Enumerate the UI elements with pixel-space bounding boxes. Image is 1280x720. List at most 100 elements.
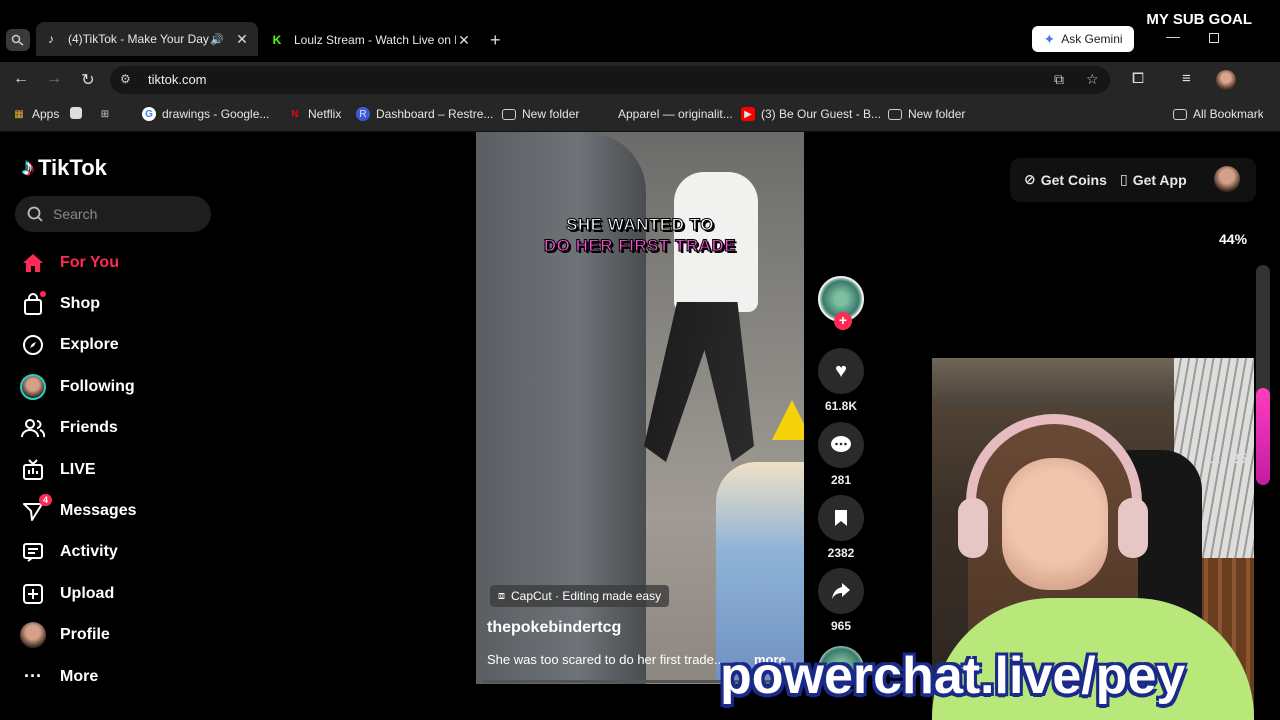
tab-search-icon[interactable] — [6, 29, 30, 51]
bookmark-label: All Bookmarks — [1193, 107, 1263, 121]
sidebar-item-label: Explore — [60, 336, 119, 354]
compass-icon — [20, 332, 46, 358]
follow-plus-icon[interactable]: + — [834, 312, 852, 330]
sidebar-item-friends[interactable]: Friends — [20, 408, 220, 449]
bookmark-youtube[interactable]: ▶ (3) Be Our Guest - B... — [741, 107, 881, 121]
back-icon[interactable]: ← — [11, 70, 31, 88]
tab-tiktok[interactable]: ♪ (4)TikTok - Make Your Day 🔊 ✕ — [36, 22, 258, 56]
capcut-anchor[interactable]: ⧈ CapCut · Editing made easy — [490, 585, 670, 607]
media-icon[interactable]: ≡ — [1182, 70, 1191, 87]
search-placeholder: Search — [53, 206, 98, 222]
sidebar-item-profile[interactable]: Profile — [20, 615, 220, 656]
sidebar-item-upload[interactable]: Upload — [20, 573, 220, 614]
get-app-button[interactable]: ▯ Get App — [1120, 171, 1187, 188]
get-coins-button[interactable]: ⊘ Get Coins — [1024, 171, 1107, 188]
netflix-icon: N — [291, 108, 299, 120]
sidebar-item-following[interactable]: Following — [20, 366, 220, 407]
sub-goal-percent: 44% — [1219, 231, 1248, 247]
extensions-icon[interactable]: ⧠ — [1132, 70, 1144, 87]
avatar[interactable] — [1216, 70, 1236, 90]
profile-avatar-icon — [20, 622, 46, 649]
comment-count: 281 — [830, 473, 852, 487]
page-icon — [70, 107, 82, 119]
sidebar-item-activity[interactable]: Activity — [20, 532, 220, 573]
get-app-label: Get App — [1132, 171, 1187, 188]
sidebar-item-label: Upload — [60, 584, 115, 602]
messages-badge: 4 — [38, 494, 52, 507]
upload-icon — [20, 581, 46, 607]
friends-icon — [20, 415, 46, 441]
new-tab-icon[interactable]: + — [490, 30, 501, 51]
bookmark-apps[interactable]: ▦ Apps — [12, 107, 59, 121]
bookmark-label: New folder — [522, 107, 580, 121]
like-button[interactable]: ♥ 61.8K — [818, 348, 864, 413]
sidebar-item-explore[interactable]: Explore — [20, 325, 220, 366]
video-username[interactable]: thepokebindertcg — [487, 619, 621, 637]
apps-grid-icon: ▦ — [14, 108, 24, 120]
youtube-icon: ▶ — [741, 107, 755, 121]
bookmark-blank[interactable] — [70, 107, 82, 119]
capcut-icon: ⧈ — [498, 589, 505, 602]
headset — [966, 414, 1142, 544]
bookmark-dashboard[interactable]: R Dashboard – Restre... — [356, 107, 493, 121]
bookmark-drawings[interactable]: G drawings - Google... — [142, 107, 269, 121]
reload-icon[interactable]: ↻ — [78, 70, 98, 90]
video-caption-overlay: SHE WANTED TO DO HER FIRST TRADE — [476, 214, 804, 256]
more-dots-icon: ··· — [24, 666, 42, 687]
forward-icon[interactable]: → — [44, 70, 64, 88]
minimize-icon[interactable]: — — [1166, 28, 1180, 44]
grid-icon: ⊞ — [100, 108, 110, 120]
stream-link-text: powerchat.live/pey — [720, 647, 1186, 705]
sidebar-item-label: Following — [60, 377, 135, 395]
slide-counter: 11 / 25 — [1205, 450, 1248, 466]
capcut-label: CapCut · Editing made easy — [511, 589, 662, 603]
bookmark-label: (3) Be Our Guest - B... — [761, 107, 882, 121]
sidebar-item-label: More — [60, 667, 99, 685]
close-icon[interactable]: ✕ — [456, 32, 472, 49]
comment-button[interactable]: 281 — [818, 422, 864, 487]
sub-goal-title: MY SUB GOAL — [1146, 11, 1252, 28]
site-info-icon[interactable]: ⚙ — [120, 72, 131, 86]
search-input[interactable]: Search — [15, 196, 211, 232]
live-tv-icon — [20, 457, 46, 483]
get-coins-label: Get Coins — [1040, 171, 1107, 188]
sidebar-item-live[interactable]: LIVE — [20, 449, 220, 490]
install-icon[interactable]: ⧉ — [1054, 71, 1064, 88]
bookmark-icon — [818, 495, 864, 541]
save-button[interactable]: 2382 — [818, 495, 864, 560]
tab-kick[interactable]: K Loulz Stream - Watch Live on K ✕ — [262, 26, 480, 54]
page-icon — [598, 107, 612, 121]
ask-gemini-button[interactable]: ✦ Ask Gemini — [1032, 26, 1134, 52]
browser-tabstrip: ♪ (4)TikTok - Make Your Day 🔊 ✕ K Loulz … — [0, 0, 1280, 62]
bookmark-folder[interactable]: New folder — [502, 107, 579, 121]
speaker-icon[interactable]: 🔊 — [210, 33, 224, 46]
address-bar-row: ← → ↻ ⚙ tiktok.com ⧉ ☆ ⧠ ≡ — [0, 62, 1280, 98]
bookmark-grid[interactable]: ⊞ — [98, 107, 112, 121]
omnibox[interactable]: ⚙ tiktok.com ⧉ ☆ — [110, 66, 1110, 94]
sidebar-item-messages[interactable]: 4 Messages — [20, 490, 220, 531]
bookmark-netflix[interactable]: N Netflix — [288, 107, 341, 121]
star-icon[interactable]: ☆ — [1086, 71, 1099, 88]
sidebar-item-for-you[interactable]: For You — [20, 242, 220, 283]
bookmark-label: Apparel — originalit... — [618, 107, 733, 121]
sidebar-nav: For You Shop Explore Following Friends L… — [20, 242, 220, 697]
bookmark-label: drawings - Google... — [162, 107, 270, 121]
creator-avatar[interactable]: + — [818, 276, 864, 330]
sidebar-item-more[interactable]: ··· More — [20, 656, 220, 697]
gemini-label: Ask Gemini — [1061, 32, 1123, 46]
share-button[interactable]: 965 — [818, 568, 864, 633]
avatar[interactable] — [1214, 166, 1240, 192]
maximize-icon[interactable] — [1209, 33, 1219, 43]
bookmark-all[interactable]: All Bookmarks — [1173, 107, 1263, 121]
url-text[interactable]: tiktok.com — [148, 72, 207, 87]
close-icon[interactable]: ✕ — [234, 31, 250, 48]
tiktok-logo[interactable]: ♪ TikTok — [22, 154, 107, 182]
bookmark-apparel[interactable]: Apparel — originalit... — [598, 107, 733, 121]
sidebar-item-shop[interactable]: Shop — [20, 283, 220, 324]
sidebar-item-label: Shop — [60, 295, 100, 313]
like-count: 61.8K — [824, 399, 858, 413]
coin-icon: ⊘ — [1024, 171, 1036, 187]
sidebar-item-label: For You — [60, 253, 119, 271]
bookmark-folder[interactable]: New folder — [888, 107, 965, 121]
bookmark-label: New folder — [908, 107, 966, 121]
